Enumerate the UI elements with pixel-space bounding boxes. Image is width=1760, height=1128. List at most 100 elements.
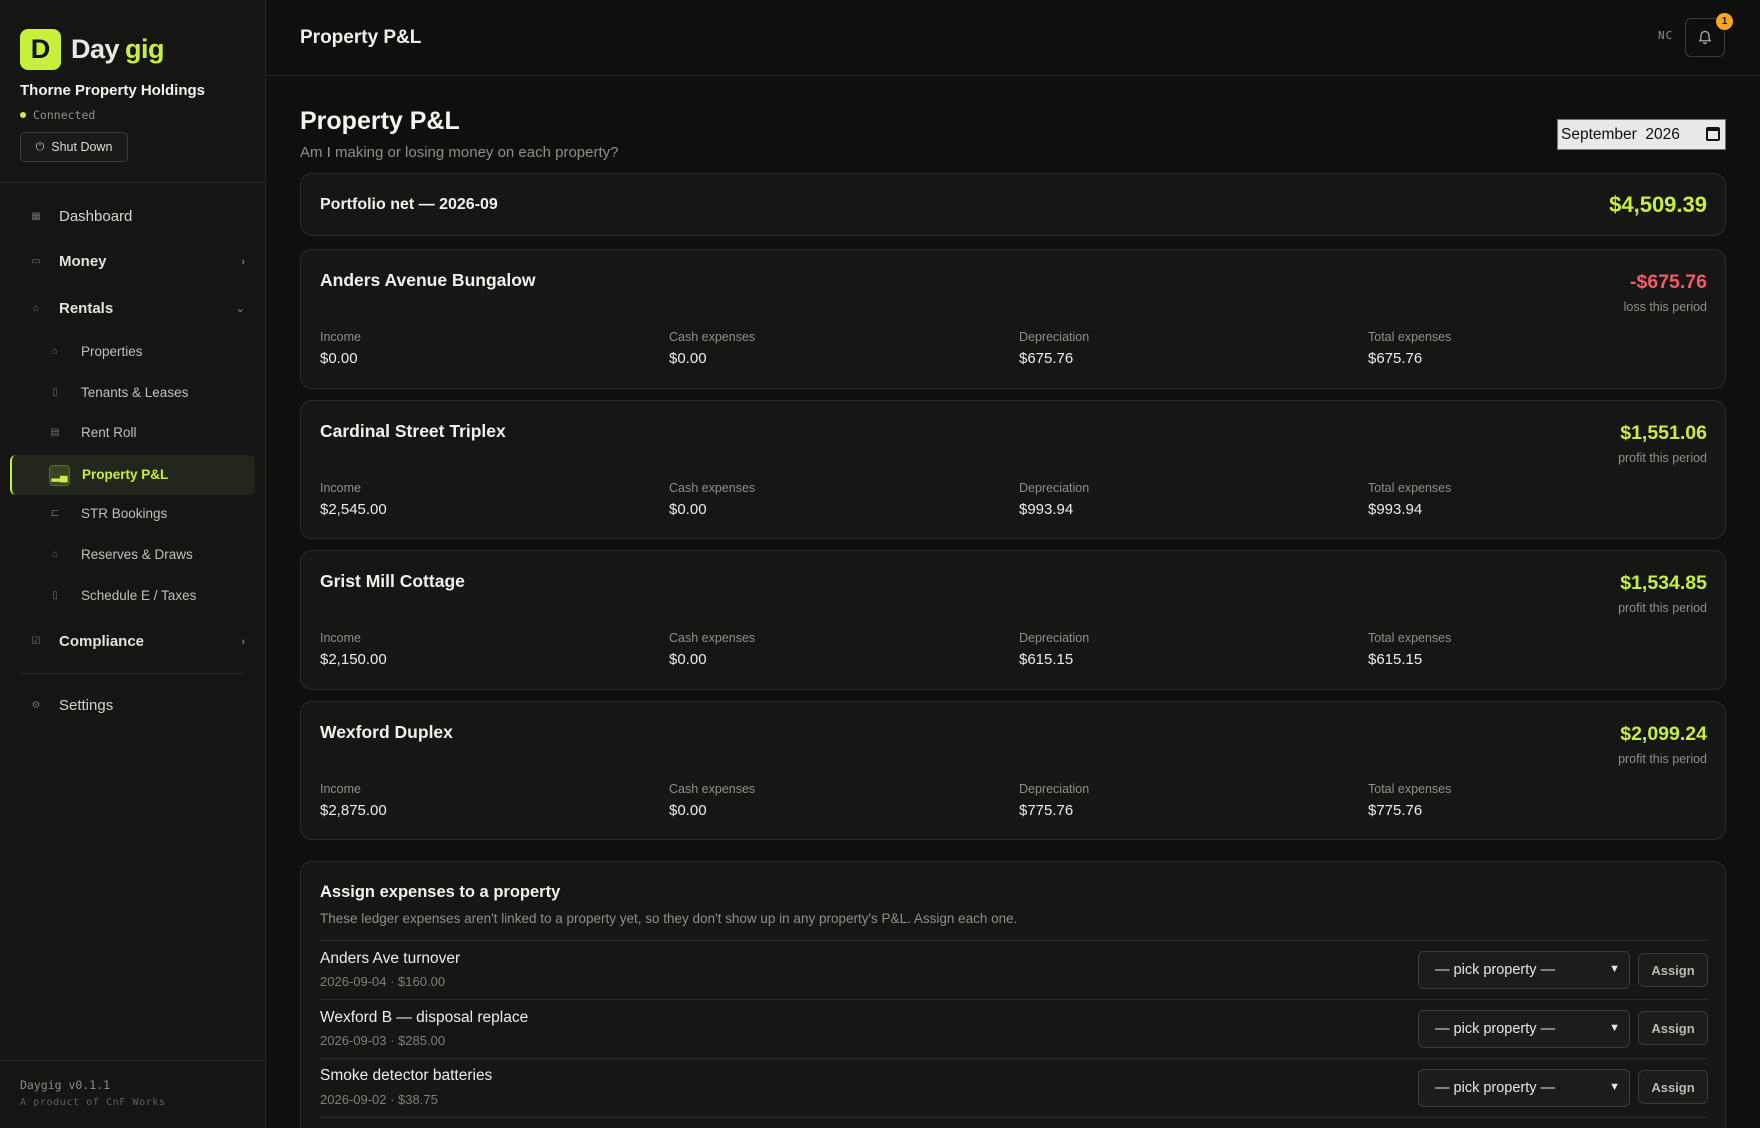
metric-value: $0.00 xyxy=(669,651,707,668)
metric-total-expenses: Total expenses $615.15 xyxy=(1368,631,1451,668)
chevron-down-icon: ▼ xyxy=(1609,1081,1620,1093)
expense-meta: 2026-09-02 · $38.75 xyxy=(320,1092,438,1107)
brand-logo[interactable]: D Day gig xyxy=(20,29,165,70)
chevron-down-icon: ▼ xyxy=(1609,963,1620,975)
property-net-tag: profit this period xyxy=(1618,752,1707,766)
chevron-right-icon: › xyxy=(241,635,245,648)
metric-value: $0.00 xyxy=(669,350,707,367)
shut-down-label: Shut Down xyxy=(51,140,113,154)
metric-label: Cash expenses xyxy=(669,330,756,344)
sidebar-group-money[interactable]: ▭ Money › xyxy=(29,253,245,270)
sidebar-item-settings[interactable]: ⚙ Settings xyxy=(29,697,245,714)
assign-expenses-title: Assign expenses to a property xyxy=(320,883,561,901)
chevron-down-icon: ▼ xyxy=(1609,1022,1620,1034)
sidebar: D Day gig Thorne Property Holdings Connec… xyxy=(0,0,266,1128)
sidebar-item-dashboard[interactable]: ▦ Dashboard xyxy=(29,208,245,225)
property-card: Grist Mill Cottage $1,534.85 profit this… xyxy=(300,550,1726,690)
status-dot-icon xyxy=(20,112,26,118)
sidebar-group-rentals[interactable]: ⌂ Rentals ⌄ xyxy=(29,300,245,317)
metric-depreciation: Depreciation $675.76 xyxy=(1019,330,1089,367)
metric-depreciation: Depreciation $615.15 xyxy=(1019,631,1089,668)
property-select[interactable]: — pick property — ▼ xyxy=(1418,1010,1630,1048)
metric-label: Total expenses xyxy=(1368,782,1452,796)
property-select-value: — pick property — xyxy=(1435,1080,1556,1096)
metric-label: Depreciation xyxy=(1019,330,1090,344)
sidebar-item-label: Properties xyxy=(81,344,143,359)
sidebar-group-compliance[interactable]: ☑ Compliance › xyxy=(29,633,245,650)
sidebar-item-label: Settings xyxy=(59,697,114,714)
sidebar-item-properties[interactable]: ⌂ Properties xyxy=(48,344,143,359)
app-version: Daygig v0.1.1 xyxy=(20,1078,111,1092)
metric-cash-expenses: Cash expenses $0.00 xyxy=(669,481,755,518)
metric-value: $615.15 xyxy=(1368,651,1423,668)
sidebar-item-schedule-e-taxes[interactable]: ▯ Schedule E / Taxes xyxy=(48,588,196,603)
metric-label: Income xyxy=(320,782,361,796)
sidebar-item-label: Rent Roll xyxy=(81,425,137,440)
property-net-value: $2,099.24 xyxy=(1620,723,1707,745)
metric-value: $775.76 xyxy=(1368,802,1423,819)
calendar-icon[interactable] xyxy=(1706,127,1720,141)
chevron-right-icon: › xyxy=(241,255,245,268)
sidebar-item-reserves-draws[interactable]: ⌂ Reserves & Draws xyxy=(48,547,193,562)
sidebar-divider xyxy=(0,182,266,183)
property-name: Anders Avenue Bungalow xyxy=(320,270,536,290)
money-icon: ▭ xyxy=(31,256,41,267)
month-picker-input[interactable]: September 2026 xyxy=(1557,119,1726,150)
month-picker-value: September 2026 xyxy=(1561,125,1680,143)
metric-label: Total expenses xyxy=(1368,330,1452,344)
sidebar-item-label: Compliance xyxy=(59,633,145,650)
brand-name-accent: gig xyxy=(125,34,165,64)
chevron-down-icon: ⌄ xyxy=(235,303,245,315)
sidebar-item-label: Money xyxy=(59,253,107,270)
sidebar-item-tenants-leases[interactable]: ▯ Tenants & Leases xyxy=(48,385,188,400)
sidebar-item-label: Dashboard xyxy=(59,208,133,225)
metric-label: Depreciation xyxy=(1019,481,1090,495)
metric-label: Income xyxy=(320,631,361,645)
portfolio-net-card: Portfolio net — 2026-09 $4,509.39 xyxy=(300,173,1726,236)
property-net-tag: loss this period xyxy=(1623,300,1707,314)
metric-label: Cash expenses xyxy=(669,631,756,645)
document-icon: ▯ xyxy=(52,387,58,398)
metric-income: Income $2,545.00 xyxy=(320,481,387,518)
topbar-title: Property P&L xyxy=(300,27,422,48)
portfolio-net-label: Portfolio net — 2026-09 xyxy=(320,196,498,213)
assign-button[interactable]: Assign xyxy=(1638,1011,1708,1045)
metric-label: Income xyxy=(320,330,361,344)
property-name: Wexford Duplex xyxy=(320,722,453,742)
property-net-value: $1,551.06 xyxy=(1620,422,1707,444)
metric-depreciation: Depreciation $993.94 xyxy=(1019,481,1089,518)
assign-expenses-description: These ledger expenses aren't linked to a… xyxy=(320,911,1018,926)
property-card: Wexford Duplex $2,099.24 profit this per… xyxy=(300,701,1726,840)
property-select[interactable]: — pick property — ▼ xyxy=(1418,951,1630,989)
sidebar-item-rent-roll[interactable]: ▤ Rent Roll xyxy=(48,425,137,440)
sidebar-item-str-bookings[interactable]: ⊏ STR Bookings xyxy=(48,506,168,521)
metric-label: Cash expenses xyxy=(669,481,756,495)
sidebar-item-label: Rentals xyxy=(59,300,114,317)
portfolio-net-value: $4,509.39 xyxy=(1609,192,1707,217)
property-name: Cardinal Street Triplex xyxy=(320,421,506,441)
expense-name: Wexford B — disposal replace xyxy=(320,1009,529,1026)
sidebar-item-label: STR Bookings xyxy=(81,506,168,521)
property-select[interactable]: — pick property — ▼ xyxy=(1418,1069,1630,1107)
metric-cash-expenses: Cash expenses $0.00 xyxy=(669,330,755,367)
assign-button[interactable]: Assign xyxy=(1638,1070,1708,1104)
brand-name: Day gig xyxy=(71,34,165,65)
user-initials[interactable]: NC xyxy=(1658,29,1673,42)
metric-label: Total expenses xyxy=(1368,481,1452,495)
property-net-value: -$675.76 xyxy=(1630,271,1707,293)
power-icon: ⏻ xyxy=(35,140,45,153)
house-icon: ⌂ xyxy=(51,346,59,357)
expense-meta: 2026-09-04 · $160.00 xyxy=(320,974,446,989)
gear-icon: ⚙ xyxy=(31,700,41,711)
metric-value: $0.00 xyxy=(669,802,707,819)
metric-value: $993.94 xyxy=(1019,501,1074,518)
metric-income: Income $2,150.00 xyxy=(320,631,387,668)
property-name: Grist Mill Cottage xyxy=(320,571,465,591)
metric-value: $2,875.00 xyxy=(320,802,387,819)
assign-button[interactable]: Assign xyxy=(1638,953,1708,987)
shut-down-button[interactable]: ⏻ Shut Down xyxy=(20,132,128,162)
expense-meta: 2026-09-03 · $285.00 xyxy=(320,1033,446,1048)
metric-label: Income xyxy=(320,481,361,495)
sidebar-item-label: Schedule E / Taxes xyxy=(81,588,197,603)
brand-name-main: Day xyxy=(71,34,120,64)
